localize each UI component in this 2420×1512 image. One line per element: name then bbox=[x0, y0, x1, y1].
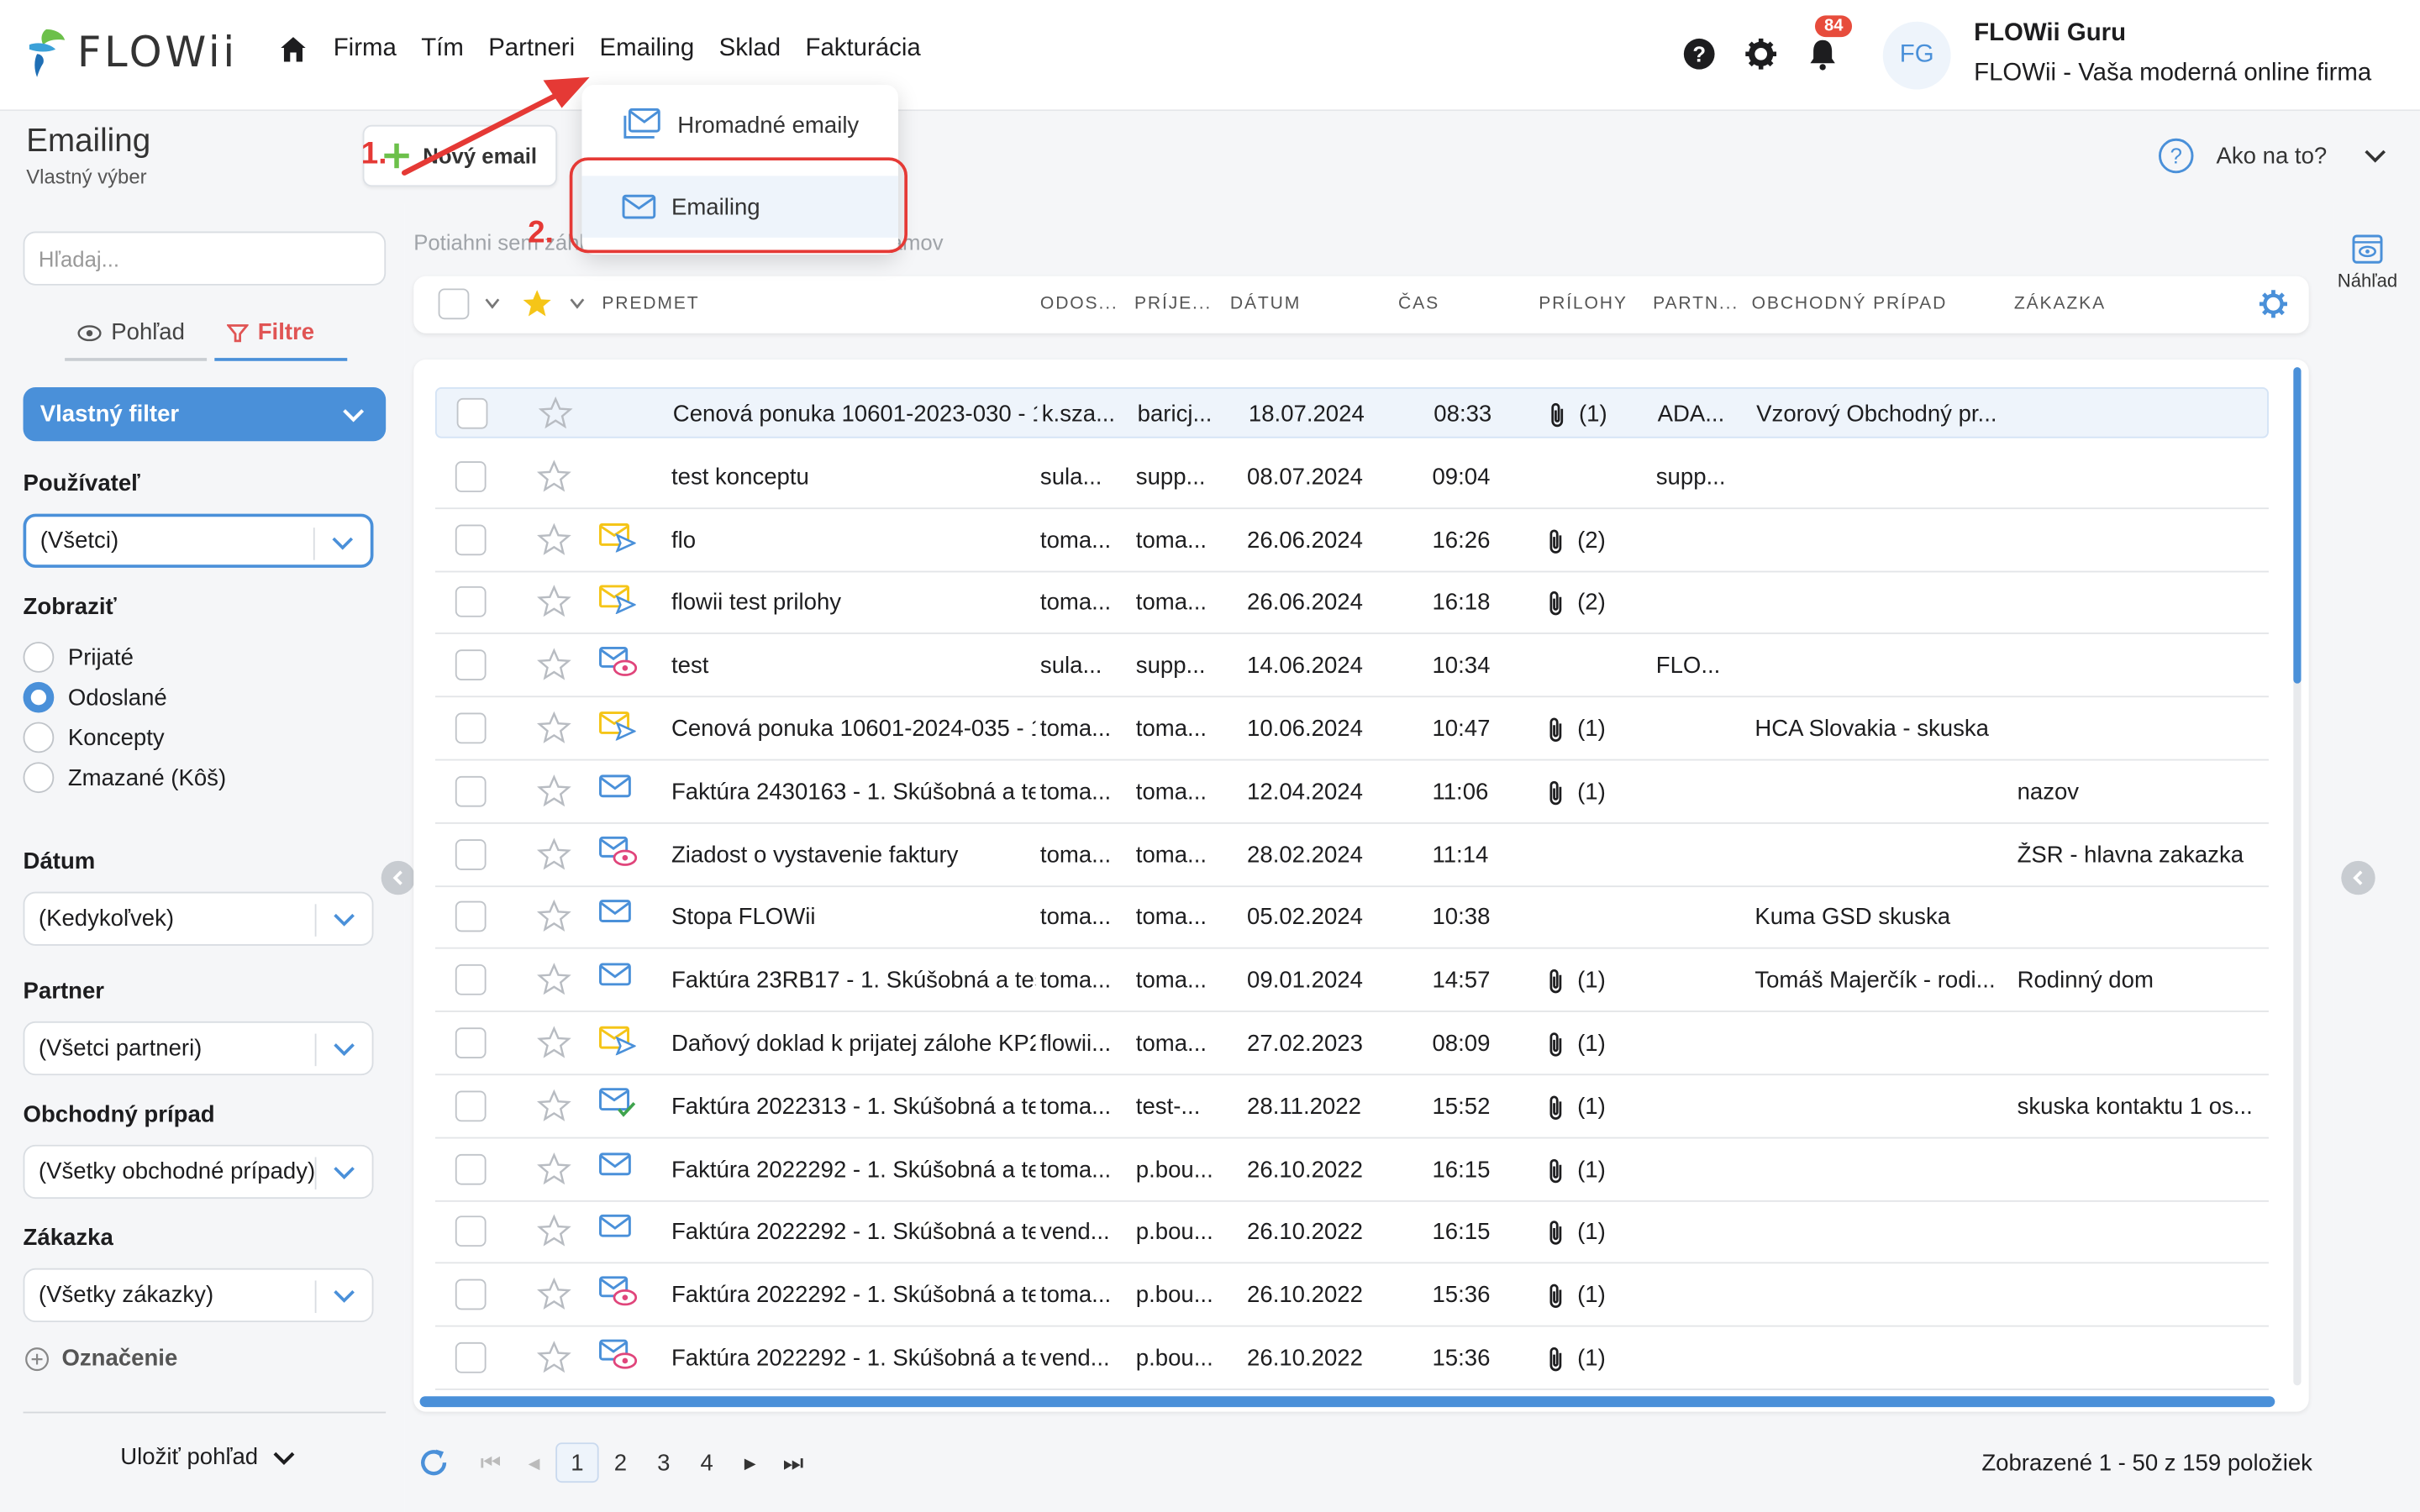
step-1-label: 1. bbox=[360, 137, 387, 171]
step-2-label: 2. bbox=[528, 216, 554, 250]
annotation-arrow bbox=[402, 76, 590, 176]
